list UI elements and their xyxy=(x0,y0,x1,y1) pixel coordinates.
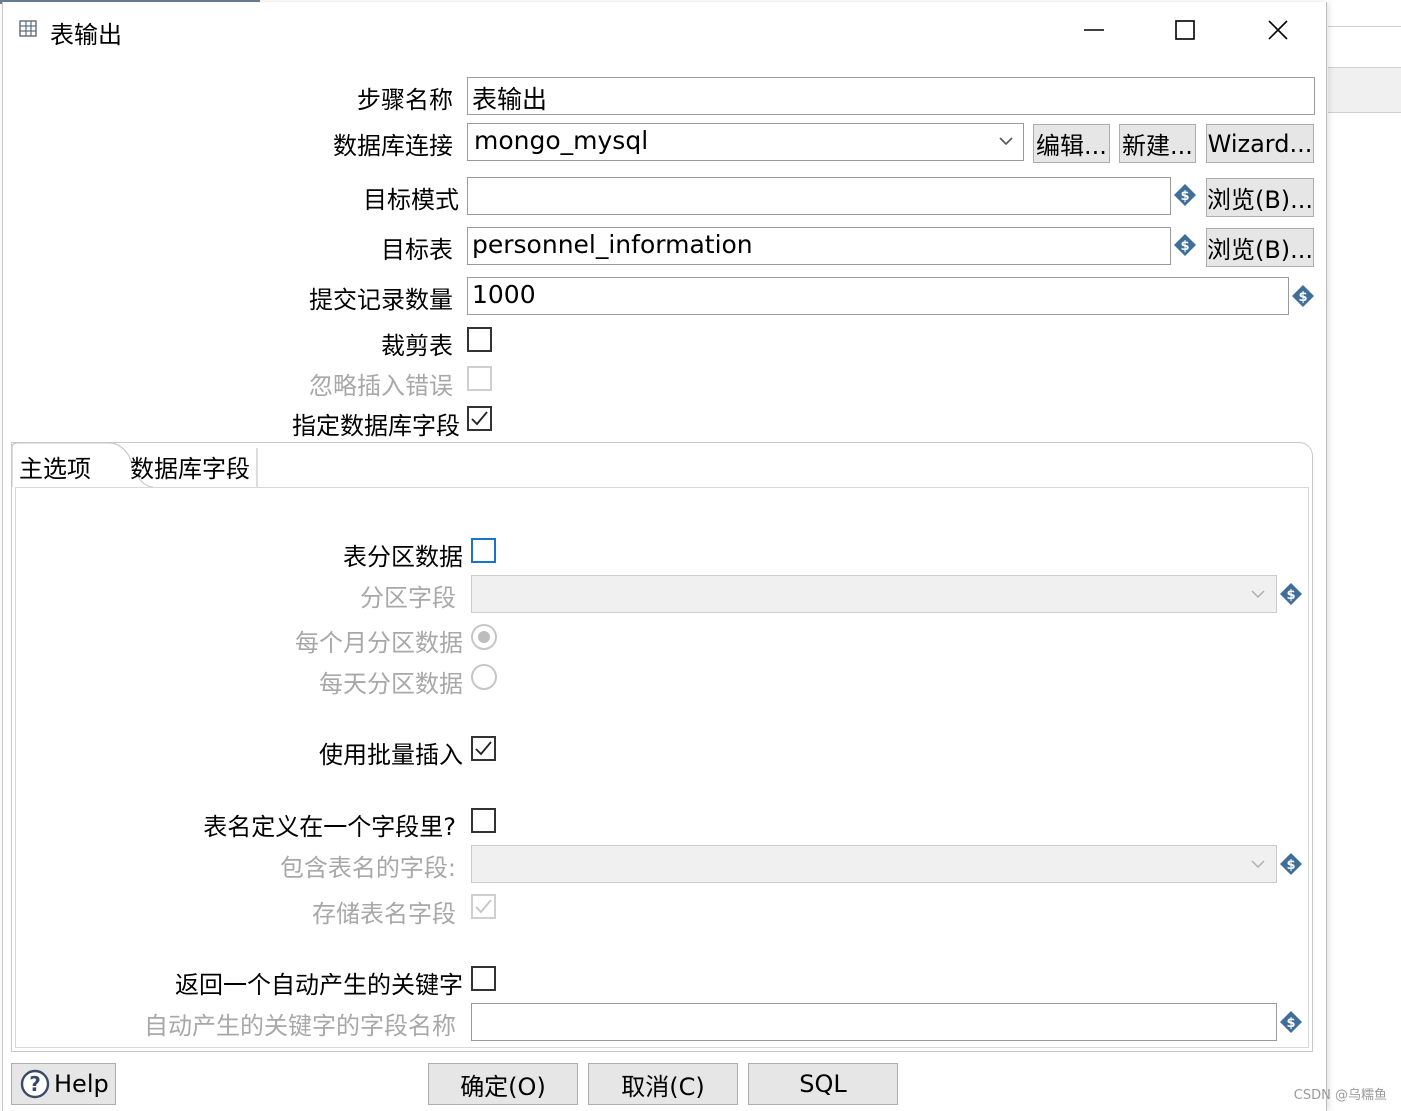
checkmark-icon xyxy=(475,899,492,914)
svg-text:$: $ xyxy=(1180,239,1189,254)
target-table-input[interactable]: personnel_information xyxy=(467,227,1171,265)
background-toolbar xyxy=(1328,67,1401,113)
watermark: CSDN @乌糯鱼 xyxy=(1293,1088,1387,1103)
chevron-down-icon xyxy=(1251,590,1265,599)
table-in-field-checkbox[interactable] xyxy=(471,808,496,833)
question-circle-icon: ? xyxy=(20,1069,50,1099)
target-schema-label: 目标模式 xyxy=(363,186,459,214)
commit-size-label: 提交记录数量 xyxy=(309,286,453,314)
new-connection-button[interactable]: 新建... xyxy=(1119,124,1196,163)
edit-connection-button[interactable]: 编辑... xyxy=(1033,124,1110,163)
dollar-diamond-icon[interactable]: $ xyxy=(1173,233,1197,257)
db-connection-select[interactable]: mongo_mysql xyxy=(467,123,1024,161)
partition-field-select xyxy=(471,575,1277,613)
table-name-field-select xyxy=(471,845,1277,883)
return-key-checkbox[interactable] xyxy=(471,966,496,991)
browse-table-button[interactable]: 浏览(B)... xyxy=(1206,228,1314,267)
partition-data-label: 表分区数据 xyxy=(343,543,463,571)
monthly-partition-radio xyxy=(471,624,497,650)
checkmark-icon xyxy=(471,411,488,426)
return-key-label: 返回一个自动产生的关键字 xyxy=(175,971,463,999)
target-table-label: 目标表 xyxy=(381,236,453,264)
sql-button[interactable]: SQL xyxy=(748,1063,898,1105)
svg-text:$: $ xyxy=(1180,189,1189,204)
daily-partition-label: 每天分区数据 xyxy=(319,670,463,698)
browse-schema-button[interactable]: 浏览(B)... xyxy=(1206,178,1314,217)
partition-data-checkbox[interactable] xyxy=(471,538,496,563)
window-title: 表输出 xyxy=(50,21,122,49)
background-divider xyxy=(1328,26,1401,27)
svg-text:$: $ xyxy=(1286,858,1295,873)
truncate-checkbox[interactable] xyxy=(467,327,492,352)
chevron-down-icon xyxy=(1251,860,1265,869)
tab-main-options[interactable]: 主选项 xyxy=(19,446,91,486)
svg-text:?: ? xyxy=(29,1072,41,1096)
help-label: Help xyxy=(54,1070,109,1098)
daily-partition-radio xyxy=(471,664,497,690)
db-connection-label: 数据库连接 xyxy=(333,132,453,160)
specify-fields-label: 指定数据库字段 xyxy=(292,412,460,440)
dollar-diamond-icon[interactable]: $ xyxy=(1279,852,1303,876)
minimize-button[interactable] xyxy=(1071,10,1117,50)
truncate-label: 裁剪表 xyxy=(381,332,453,360)
ignore-errors-label: 忽略插入错误 xyxy=(309,372,453,400)
dollar-diamond-icon[interactable]: $ xyxy=(1279,1010,1303,1034)
dollar-diamond-icon[interactable]: $ xyxy=(1291,284,1315,308)
chevron-down-icon[interactable] xyxy=(999,136,1013,146)
dollar-diamond-icon[interactable]: $ xyxy=(1173,183,1197,207)
step-name-input[interactable]: 表输出 xyxy=(467,77,1315,115)
background-window xyxy=(1326,0,1401,1111)
ignore-errors-checkbox xyxy=(467,366,492,391)
table-output-icon xyxy=(19,20,37,37)
target-schema-input[interactable] xyxy=(467,177,1171,215)
svg-text:$: $ xyxy=(1286,588,1295,603)
specify-fields-checkbox[interactable] xyxy=(467,406,492,431)
checkmark-icon xyxy=(475,741,492,756)
maximize-icon xyxy=(1175,20,1195,40)
key-field-name-label: 自动产生的关键字的字段名称 xyxy=(144,1012,456,1040)
commit-size-input[interactable]: 1000 xyxy=(467,277,1289,315)
dollar-diamond-icon[interactable]: $ xyxy=(1279,582,1303,606)
wizard-button[interactable]: Wizard... xyxy=(1206,124,1314,163)
maximize-button[interactable] xyxy=(1162,10,1208,50)
step-name-label: 步骤名称 xyxy=(357,86,453,114)
store-table-name-checkbox xyxy=(471,894,496,919)
close-button[interactable] xyxy=(1255,10,1301,50)
cancel-button[interactable]: 取消(C) xyxy=(588,1063,738,1105)
key-field-name-input[interactable] xyxy=(471,1003,1277,1041)
ok-button[interactable]: 确定(O) xyxy=(428,1063,578,1105)
table-name-field-label: 包含表名的字段: xyxy=(279,854,456,882)
db-connection-value: mongo_mysql xyxy=(474,126,649,155)
store-table-name-label: 存储表名字段 xyxy=(312,900,456,928)
svg-text:$: $ xyxy=(1286,1016,1295,1031)
batch-insert-checkbox[interactable] xyxy=(471,736,496,761)
help-button[interactable]: ? Help xyxy=(11,1063,116,1105)
tab-database-fields[interactable]: 数据库字段 xyxy=(130,446,250,486)
close-icon xyxy=(1268,20,1288,40)
svg-text:$: $ xyxy=(1298,290,1307,305)
monthly-partition-label: 每个月分区数据 xyxy=(295,629,463,657)
table-in-field-label: 表名定义在一个字段里? xyxy=(203,813,456,841)
minimize-icon xyxy=(1084,29,1104,31)
partition-field-label: 分区字段 xyxy=(360,584,456,612)
batch-insert-label: 使用批量插入 xyxy=(319,741,463,769)
main-options-content xyxy=(15,487,1309,1048)
